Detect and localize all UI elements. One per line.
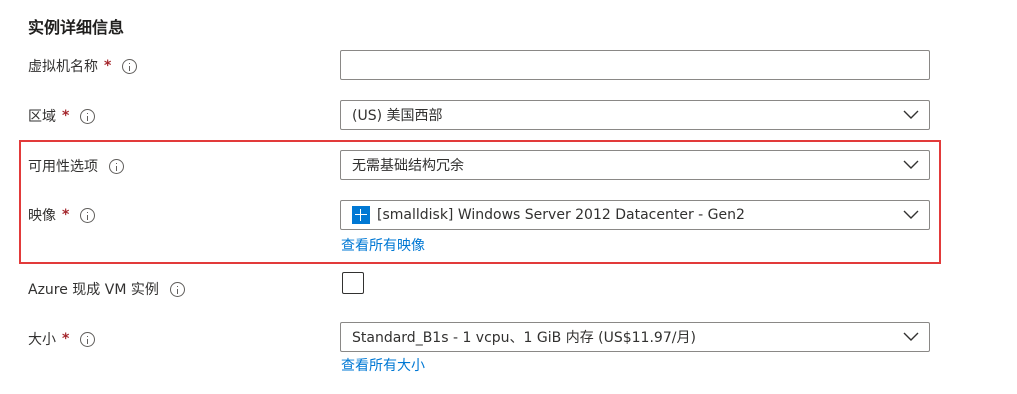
availability-label-text: 可用性选项 xyxy=(28,159,98,175)
required-marker: * xyxy=(62,108,70,124)
info-icon[interactable] xyxy=(122,58,138,74)
region-label: 区域 * xyxy=(28,105,96,127)
see-all-sizes-link[interactable]: 查看所有大小 xyxy=(341,355,425,375)
instance-details-form: 实例详细信息 虚拟机名称 * 区域 * (US) 美国西部 可用性选项 无需基础… xyxy=(0,0,1017,394)
availability-dropdown[interactable]: 无需基础结构冗余 xyxy=(340,150,930,180)
spot-instance-checkbox[interactable] xyxy=(342,272,364,294)
windows-icon xyxy=(352,206,370,224)
spot-instance-label-text: Azure 现成 VM 实例 xyxy=(28,282,159,298)
section-title: 实例详细信息 xyxy=(28,18,125,37)
required-marker: * xyxy=(62,207,70,223)
region-dropdown[interactable]: (US) 美国西部 xyxy=(340,100,930,130)
info-icon[interactable] xyxy=(169,281,185,297)
required-marker: * xyxy=(62,331,70,347)
size-label-text: 大小 xyxy=(28,332,56,348)
size-dropdown[interactable]: Standard_B1s - 1 vcpu、1 GiB 内存 (US$11.97… xyxy=(340,322,930,352)
size-label: 大小 * xyxy=(28,328,96,350)
chevron-down-icon xyxy=(903,110,919,119)
info-icon[interactable] xyxy=(80,207,96,223)
info-icon[interactable] xyxy=(109,158,124,174)
spot-instance-label: Azure 现成 VM 实例 xyxy=(28,278,185,300)
info-icon[interactable] xyxy=(80,331,96,347)
image-dropdown[interactable]: [smalldisk] Windows Server 2012 Datacent… xyxy=(340,200,930,230)
region-label-text: 区域 xyxy=(28,109,56,125)
chevron-down-icon xyxy=(903,332,919,341)
info-icon[interactable] xyxy=(80,108,96,124)
availability-label: 可用性选项 xyxy=(28,155,124,177)
size-selected-value: Standard_B1s - 1 vcpu、1 GiB 内存 (US$11.97… xyxy=(352,330,696,346)
vm-name-input[interactable] xyxy=(340,50,930,80)
vm-name-label-text: 虚拟机名称 xyxy=(28,59,98,75)
availability-selected-value: 无需基础结构冗余 xyxy=(352,158,464,174)
image-selected-value: [smalldisk] Windows Server 2012 Datacent… xyxy=(377,207,745,223)
chevron-down-icon xyxy=(903,210,919,219)
see-all-images-link[interactable]: 查看所有映像 xyxy=(341,235,425,255)
vm-name-label: 虚拟机名称 * xyxy=(28,55,138,77)
image-label-text: 映像 xyxy=(28,208,56,224)
region-selected-value: (US) 美国西部 xyxy=(352,108,443,124)
image-label: 映像 * xyxy=(28,204,96,226)
required-marker: * xyxy=(104,58,112,74)
chevron-down-icon xyxy=(903,160,919,169)
